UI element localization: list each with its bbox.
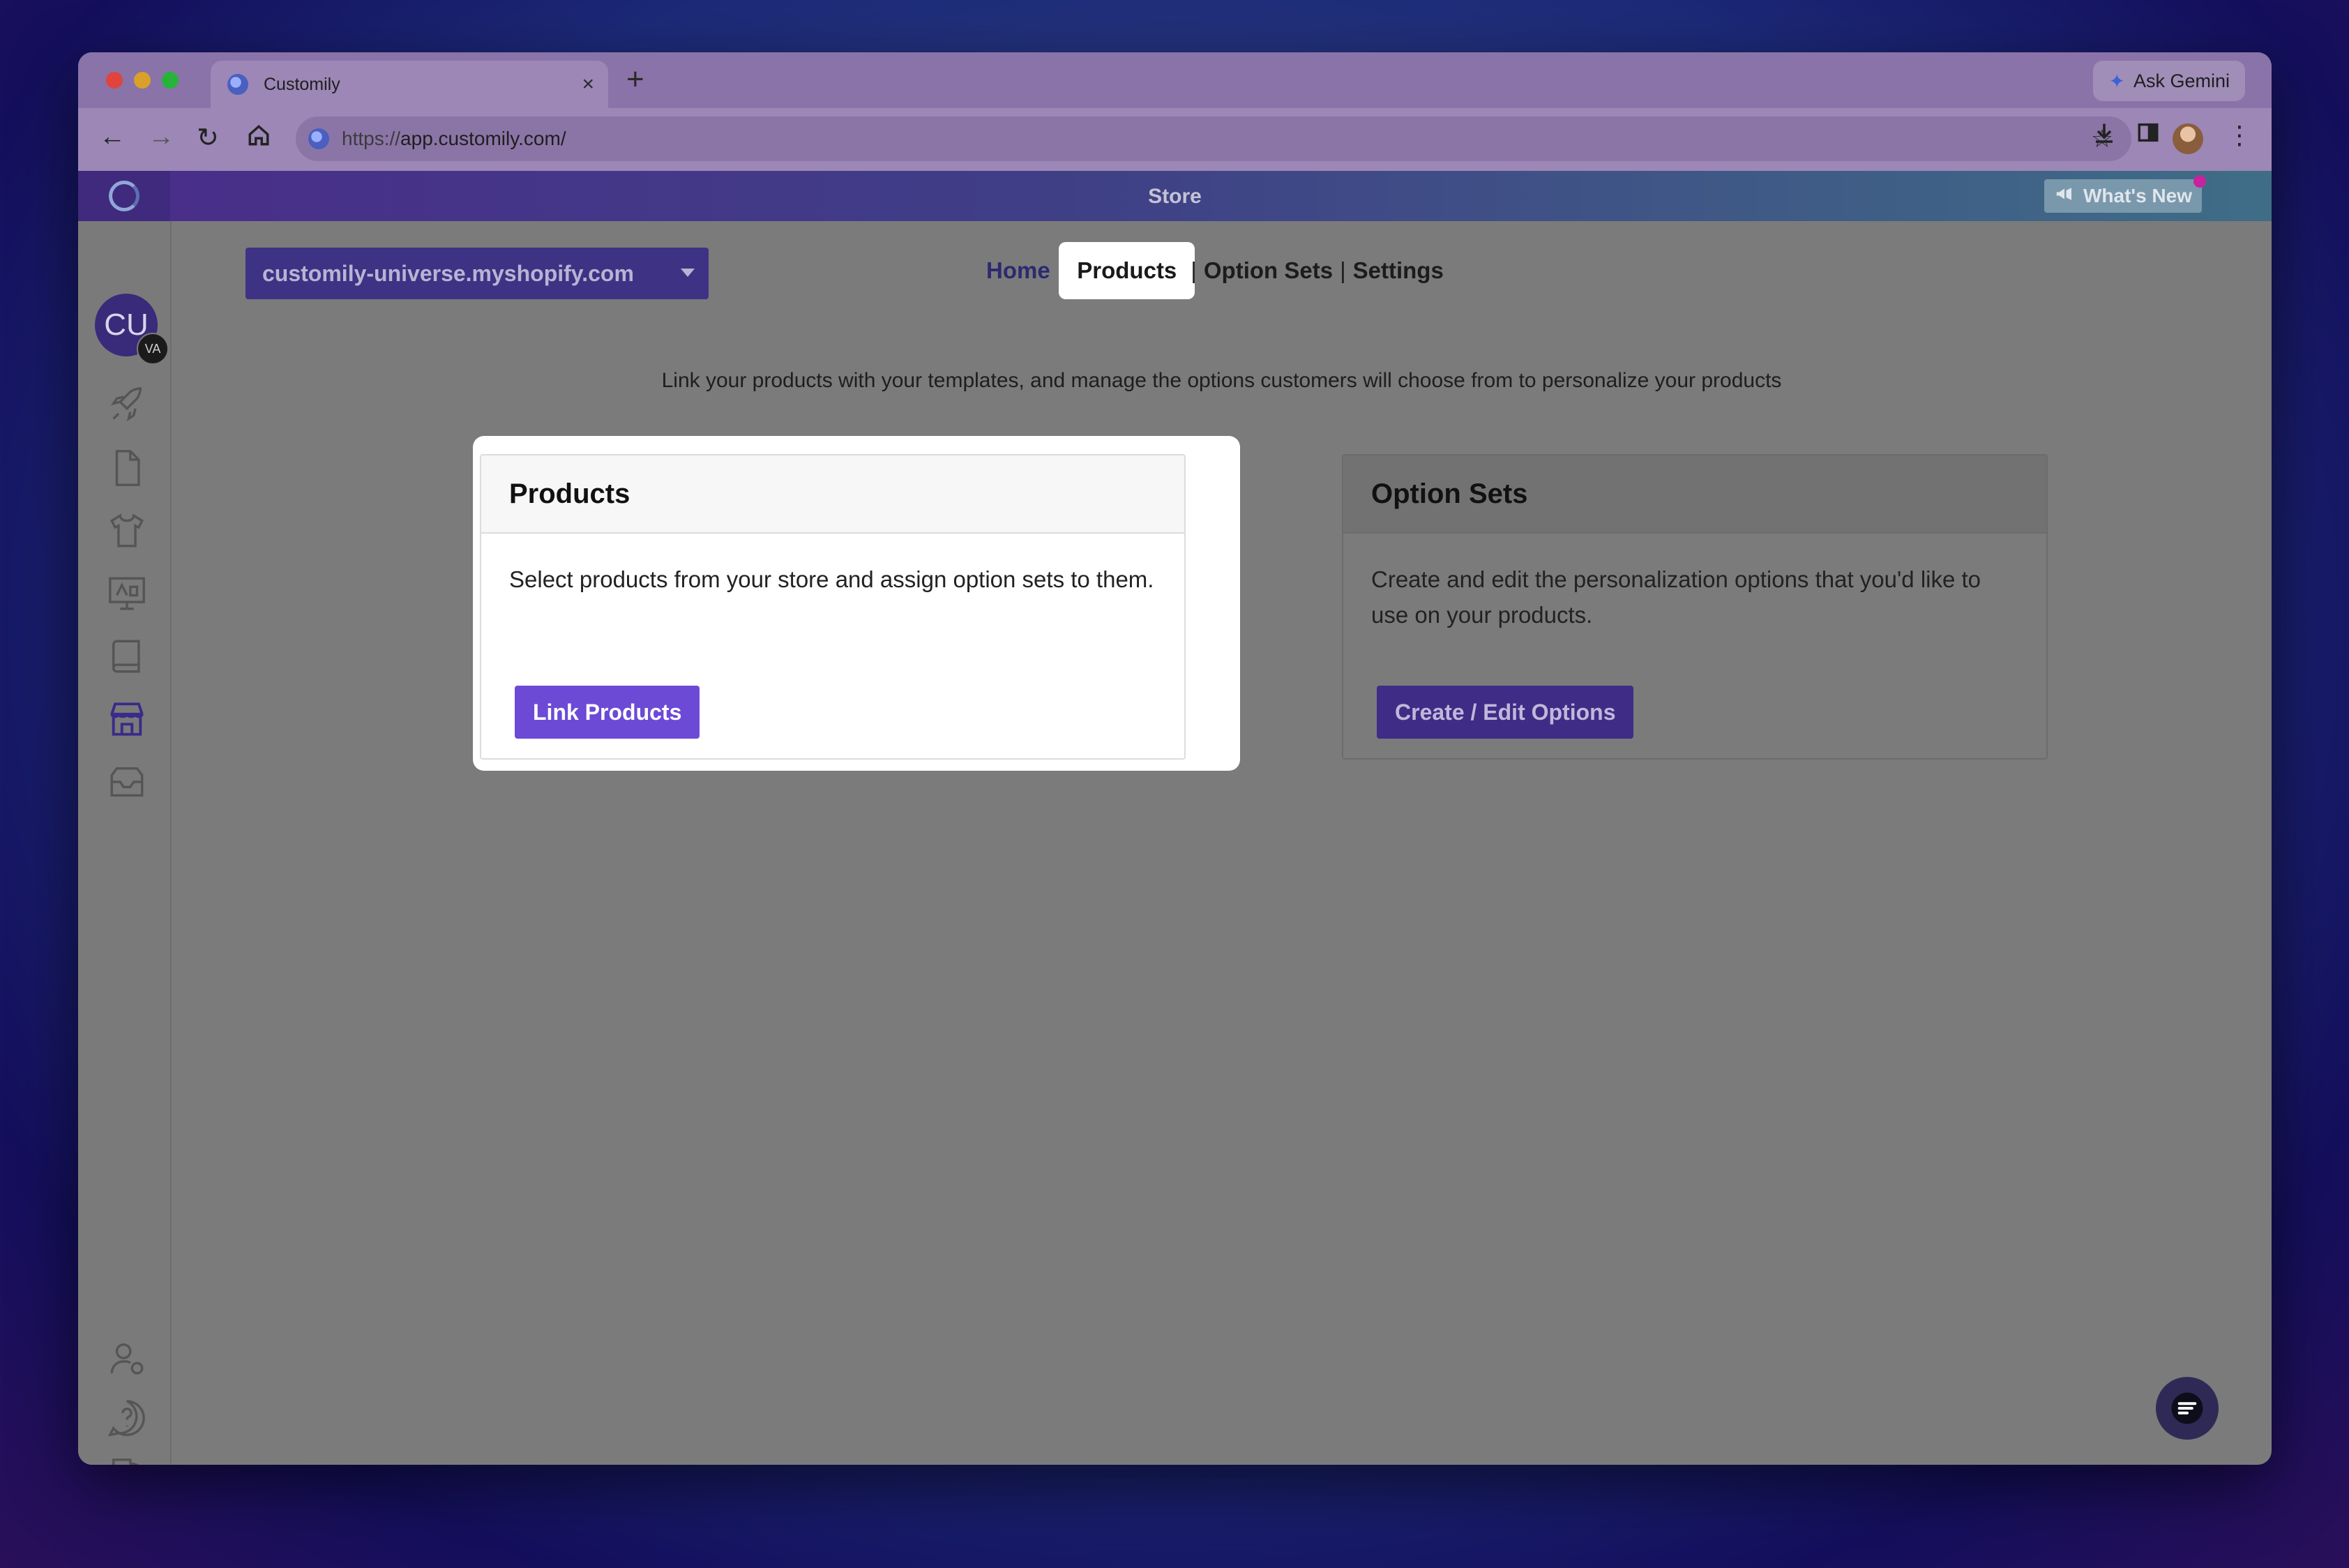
profile-avatar[interactable] (2173, 123, 2203, 154)
tshirt-icon (110, 513, 144, 548)
nav-separator: | (1340, 257, 1346, 283)
help-icon (107, 1400, 145, 1437)
main-content: customily-universe.myshopify.com Home | … (172, 221, 2272, 1465)
reload-icon[interactable]: ↻ (197, 122, 219, 153)
logout-icon (112, 1458, 139, 1465)
link-products-button[interactable]: Link Products (515, 686, 700, 739)
chat-icon (2171, 1392, 2203, 1424)
close-window-button[interactable] (106, 72, 123, 89)
ask-gemini-label: Ask Gemini (2133, 70, 2230, 91)
book-icon (112, 640, 140, 673)
inbox-icon (110, 767, 144, 797)
option-sets-card-title: Option Sets (1343, 455, 2046, 534)
user-settings-icon (110, 1343, 144, 1375)
whats-new-button[interactable]: What's New (2044, 175, 2206, 213)
new-tab-button[interactable]: + (626, 62, 644, 97)
sidebar-item-logout[interactable] (106, 1456, 148, 1465)
whats-new-label: What's New (2083, 185, 2192, 206)
ask-gemini-button[interactable]: ✦ Ask Gemini (2093, 61, 2245, 101)
sidebar-item-store[interactable] (106, 698, 148, 740)
tab-strip: Customily × + ✦ Ask Gemini (78, 52, 2272, 108)
nav-option-sets-link[interactable]: Option Sets (1204, 257, 1333, 284)
create-edit-options-button[interactable]: Create / Edit Options (1377, 686, 1634, 739)
sidebar-item-help[interactable] (106, 1397, 148, 1439)
sidebar-item-orders[interactable] (106, 761, 148, 803)
download-icon[interactable] (2092, 121, 2117, 152)
document-icon (115, 450, 140, 486)
back-icon[interactable]: ← (99, 122, 126, 152)
forward-icon[interactable]: → (148, 122, 174, 152)
store-nav: Home | Products | Option Sets | Settings (986, 242, 1444, 299)
customily-favicon-icon (227, 74, 248, 95)
browser-tab[interactable]: Customily × (211, 61, 608, 108)
sidebar-item-library[interactable] (106, 635, 148, 677)
maximize-window-button[interactable] (162, 72, 179, 89)
window-controls (106, 72, 179, 89)
url-bar[interactable]: https://app.customily.com/ ☆ (296, 116, 2131, 161)
sidebar-item-templates[interactable] (106, 447, 148, 489)
sidebar-item-account[interactable] (106, 1337, 148, 1379)
site-favicon-icon (308, 128, 329, 149)
megaphone-icon (2054, 183, 2075, 209)
page-subtitle: Link your products with your templates, … (661, 369, 1782, 392)
nav-separator: | (1191, 257, 1197, 283)
nav-settings-link[interactable]: Settings (1353, 257, 1444, 284)
products-card: Products Select products from your store… (480, 454, 1186, 760)
store-icon (110, 702, 144, 736)
sidebar-item-products[interactable] (106, 510, 148, 552)
sidebar-item-previews[interactable] (106, 573, 148, 615)
store-selector-value: customily-universe.myshopify.com (262, 260, 634, 286)
sidebar-item-launch[interactable] (106, 384, 148, 426)
chevron-down-icon (681, 269, 695, 277)
monitor-icon (109, 577, 145, 610)
option-sets-card: Option Sets Create and edit the personal… (1342, 454, 2048, 760)
products-card-description: Select products from your store and assi… (509, 566, 1154, 592)
nav-products-link[interactable]: Products (1059, 242, 1195, 299)
nav-home-link[interactable]: Home (986, 257, 1050, 284)
option-sets-card-description: Create and edit the personalization opti… (1371, 566, 1981, 628)
sidebar: CU VA (78, 221, 172, 1465)
address-bar: ← → ↻ https://app.customily.com/ ☆ ⋮ (78, 108, 2272, 172)
notification-dot (2193, 175, 2206, 188)
app-header-title: Store (1148, 185, 1202, 208)
tab-close-icon[interactable]: × (582, 73, 594, 96)
rocket-icon (110, 387, 142, 422)
browser-window: Customily × + ✦ Ask Gemini ← → ↻ https:/… (78, 52, 2272, 1465)
tab-title: Customily (264, 74, 340, 94)
browser-menu-icon[interactable]: ⋮ (2227, 121, 2252, 150)
side-panel-icon[interactable] (2136, 121, 2160, 151)
minimize-window-button[interactable] (134, 72, 151, 89)
user-avatar-badge: VA (137, 333, 169, 365)
gemini-sparkle-icon: ✦ (2108, 70, 2125, 92)
home-icon[interactable] (247, 123, 271, 154)
url-text: https://app.customily.com/ (342, 128, 566, 149)
app-header: Store What's New (78, 171, 2272, 221)
store-selector-dropdown[interactable]: customily-universe.myshopify.com (246, 248, 709, 299)
products-card-title: Products (481, 455, 1184, 534)
chat-launcher-button[interactable] (2156, 1377, 2219, 1440)
